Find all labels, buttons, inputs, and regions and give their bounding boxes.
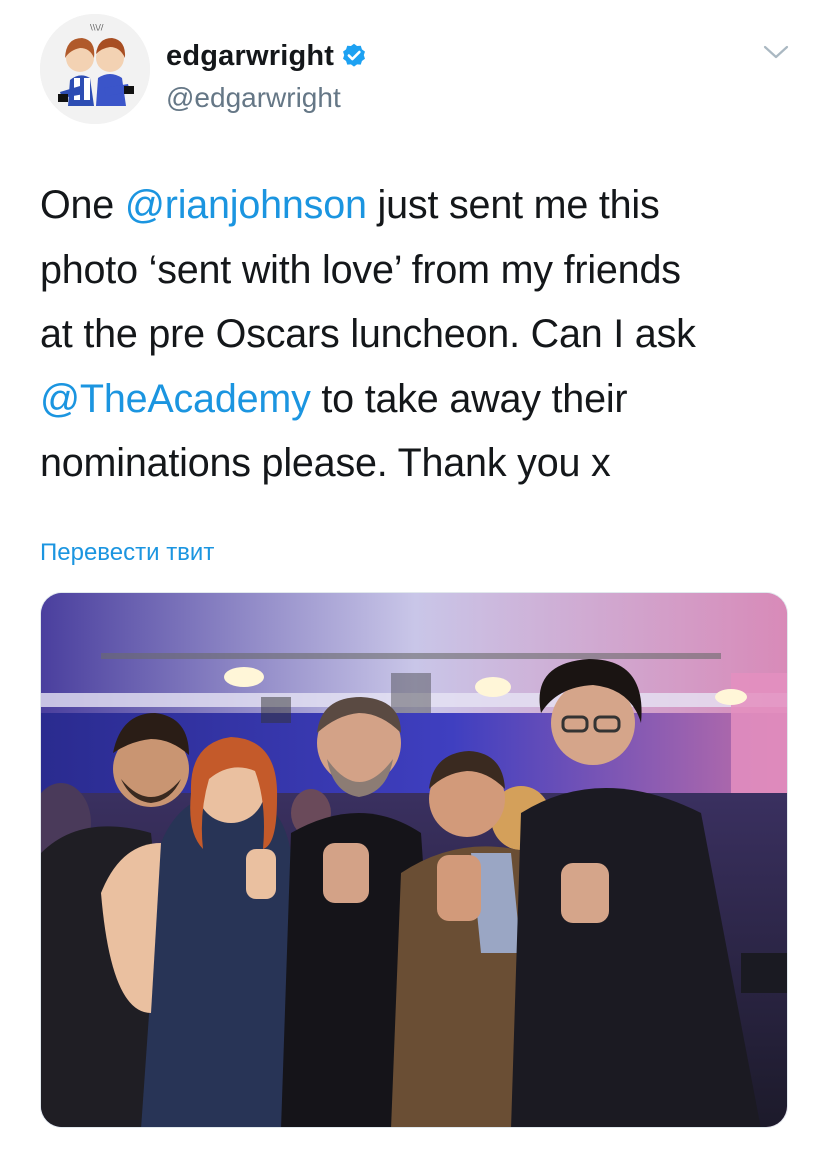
chevron-down-icon[interactable] — [760, 36, 792, 68]
author-handle[interactable]: @edgarwright — [166, 82, 341, 114]
tweet-photo[interactable] — [40, 592, 788, 1128]
event-photo-illustration — [41, 593, 787, 1127]
tweet-text-segment: to take away their — [310, 376, 628, 421]
tweet-line: One @rianjohnson just sent me this — [40, 173, 800, 238]
svg-text:\\\//: \\\// — [90, 23, 104, 32]
tweet-text-segment: just sent me this — [366, 183, 660, 227]
mention-link-theacademy[interactable]: @TheAcademy — [40, 377, 311, 421]
tweet-header: \\\// edgarwright @edgarwright — [40, 14, 800, 124]
verified-badge-icon — [343, 43, 366, 67]
tweet-text: One @rianjohnson just sent me this photo… — [40, 173, 800, 496]
mention-link-rianjohnson[interactable]: @rianjohnson — [125, 183, 367, 227]
display-name-row[interactable]: edgarwright — [166, 36, 368, 76]
translate-tweet-link[interactable]: Перевести твит — [40, 539, 214, 567]
display-name[interactable]: edgarwright — [166, 40, 334, 73]
tweet-text-segment: One — [40, 183, 125, 227]
tweet-text-segment: nominations please. Thank you x — [40, 441, 611, 485]
tweet-line: nominations please. Thank you x — [40, 431, 800, 496]
author-avatar[interactable]: \\\// — [40, 14, 150, 124]
tweet-line: @TheAcademy to take away their — [40, 367, 800, 432]
tweet-text-segment: photo ‘sent with love’ from my friends — [40, 247, 681, 292]
tweet-line: photo ‘sent with love’ from my friends — [40, 238, 800, 303]
avatar-illustration-icon: \\\// — [40, 14, 150, 124]
tweet-line: at the pre Oscars luncheon. Can I ask — [40, 302, 800, 367]
tweet-text-segment: at the pre Oscars luncheon. Can I ask — [40, 312, 696, 356]
